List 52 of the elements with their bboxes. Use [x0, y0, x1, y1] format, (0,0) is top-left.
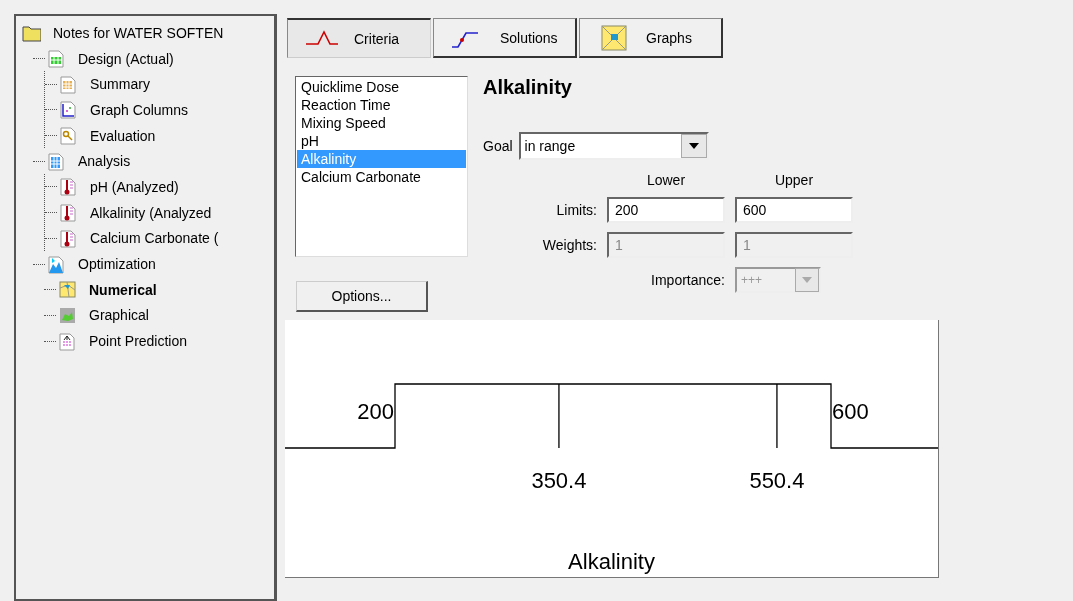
tab[interactable]: Criteria [287, 18, 431, 58]
mountain-icon [47, 254, 66, 274]
goal-label: Goal [483, 138, 513, 154]
weights-label: Weights: [541, 237, 597, 253]
scatter-plot-icon [59, 100, 78, 120]
calculator-icon [47, 151, 66, 171]
tree-item[interactable]: Numerical [87, 280, 159, 299]
tree-item[interactable]: Point Prediction [87, 332, 190, 351]
list-item[interactable]: pH [297, 132, 466, 150]
thermometer-icon [59, 228, 78, 248]
tree-item[interactable]: Calcium Carbonate ( [88, 229, 221, 248]
magnifier-icon [59, 126, 78, 146]
marker-value: 550.4 [748, 468, 806, 494]
tree-item[interactable]: Evaluation [88, 126, 158, 145]
goal-dropdown[interactable]: in range [518, 132, 709, 160]
map-icon [58, 280, 77, 300]
tree-item[interactable]: Alkalinity (Analyzed [88, 203, 214, 222]
list-item[interactable]: Mixing Speed [297, 114, 466, 132]
limits-label: Limits: [555, 202, 597, 218]
tree-item[interactable]: Design (Actual) [76, 49, 176, 68]
importance-label: Importance: [650, 272, 725, 288]
tree-item[interactable]: Graph Columns [88, 100, 191, 119]
upper-limit-value: 600 [832, 399, 869, 425]
thermometer-icon [59, 203, 78, 223]
options-button[interactable]: Options... [296, 281, 428, 312]
marker-line [776, 383, 778, 449]
list-item[interactable]: Calcium Carbonate [297, 168, 466, 186]
table-icon [47, 49, 66, 69]
axis-title: Alkalinity [567, 549, 656, 575]
column-header: Lower [645, 172, 687, 188]
tree-item[interactable]: Graphical [87, 306, 151, 325]
marker-value: 350.4 [530, 468, 588, 494]
tree-item[interactable]: Notes for WATER SOFTEN [51, 23, 226, 42]
tree-item[interactable]: Optimization [76, 255, 158, 274]
tab[interactable]: Graphs [579, 18, 723, 58]
folder-icon [22, 23, 41, 43]
tree-item[interactable]: pH (Analyzed) [88, 177, 181, 196]
marker-line [558, 383, 560, 449]
list-item[interactable]: Quicklime Dose [297, 78, 466, 96]
tree-item[interactable]: Analysis [76, 152, 133, 171]
grid-icon [59, 74, 78, 94]
lower-limit-field[interactable]: 200 [607, 197, 725, 223]
thermometer-icon [59, 177, 78, 197]
column-header: Upper [773, 172, 815, 188]
lower-limit-value: 200 [357, 399, 394, 425]
upper-limit-field[interactable]: 600 [735, 197, 853, 223]
dropdown-arrow-icon [801, 276, 813, 284]
dropdown-arrow-icon [687, 142, 700, 150]
criterion-title: Alkalinity [483, 76, 573, 100]
tree-item[interactable]: Summary [88, 75, 152, 94]
tab[interactable]: Solutions [433, 18, 577, 58]
list-item[interactable]: Reaction Time [297, 96, 466, 114]
